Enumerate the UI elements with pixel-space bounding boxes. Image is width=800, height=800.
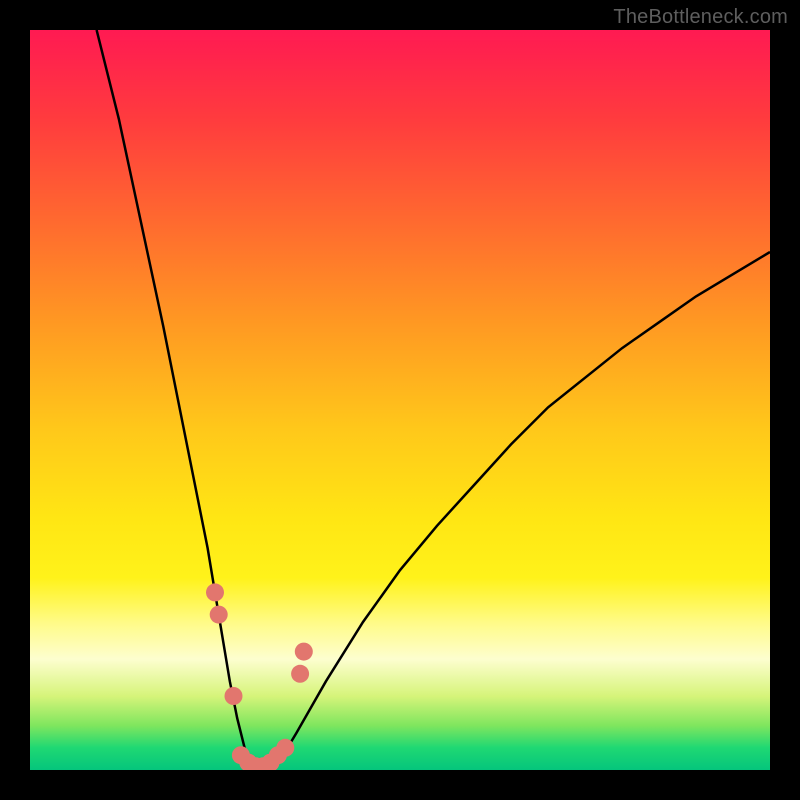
highlight-dots: [206, 583, 313, 770]
highlight-dot: [295, 643, 313, 661]
chart-svg: [30, 30, 770, 770]
highlight-dot: [291, 665, 309, 683]
watermark-text: TheBottleneck.com: [613, 6, 788, 29]
bottleneck-curve: [97, 30, 770, 766]
highlight-dot: [206, 583, 224, 601]
chart-stage: TheBottleneck.com: [0, 0, 800, 800]
highlight-dot: [210, 606, 228, 624]
highlight-dot: [225, 687, 243, 705]
plot-area: [30, 30, 770, 770]
highlight-dot: [276, 739, 294, 757]
